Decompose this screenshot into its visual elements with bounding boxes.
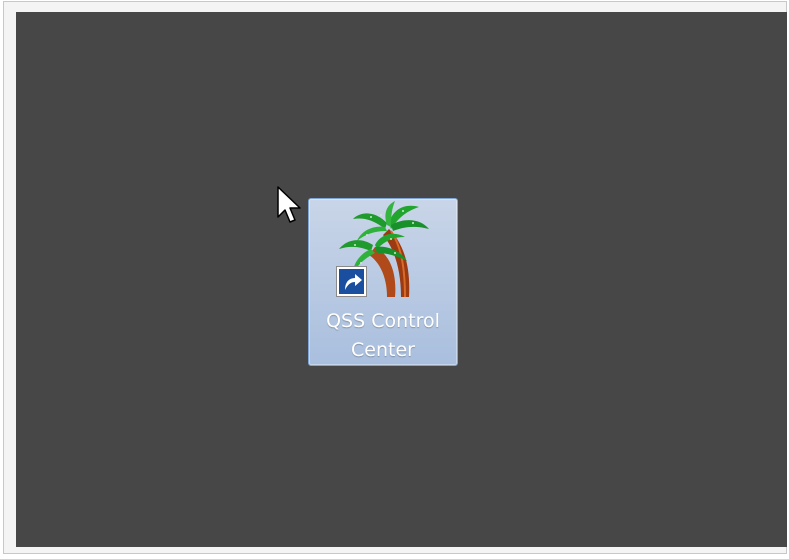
mouse-pointer-icon — [277, 186, 301, 223]
shortcut-label-line1: QSS Control — [326, 310, 440, 332]
desktop-shortcut-qss-control-center[interactable]: QSS Control Center — [308, 198, 458, 366]
desktop[interactable]: QSS Control Center — [16, 12, 787, 547]
shortcut-arrow-icon — [336, 266, 367, 297]
shortcut-label-line2: Center — [351, 339, 415, 361]
shortcut-label: QSS Control Center — [309, 307, 457, 365]
